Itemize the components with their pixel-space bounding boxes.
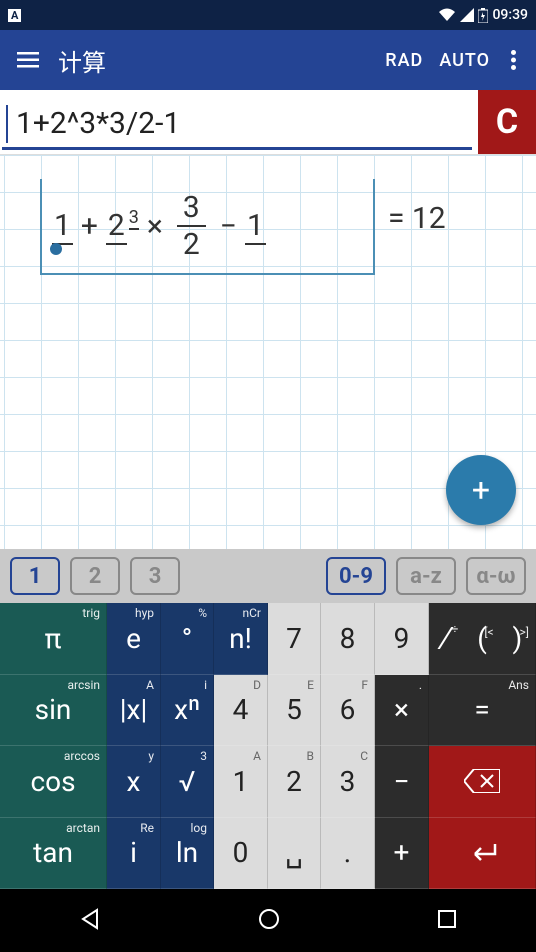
mode-chip-greek[interactable]: α-ω	[466, 557, 526, 595]
key-space[interactable]: ␣	[268, 818, 321, 890]
op-plus: +	[81, 209, 98, 244]
status-bar: A 09:39	[0, 0, 536, 30]
key-deg[interactable]: %°	[161, 603, 214, 675]
chip-row: 1 2 3 0-9 a-z α-ω	[0, 549, 536, 603]
workspace[interactable]: 1 + 2 3 × 3 2 − 1 = 12 +	[0, 155, 536, 549]
key-9[interactable]: 9	[375, 603, 429, 675]
op-minus: −	[220, 209, 237, 244]
key-sqrt[interactable]: 3√	[161, 746, 214, 818]
key-ln[interactable]: logln	[161, 818, 214, 890]
mode-chip-alpha[interactable]: a-z	[396, 557, 456, 595]
wifi-icon	[438, 8, 456, 22]
menu-icon[interactable]	[8, 40, 48, 80]
key-eq[interactable]: Ans=	[429, 675, 536, 747]
key-sin[interactable]: arcsinsin	[0, 675, 107, 747]
key-dot[interactable]: .	[321, 818, 375, 890]
page-chip-2[interactable]: 2	[70, 557, 120, 595]
nav-bar	[0, 889, 536, 952]
angle-mode-button[interactable]: RAD	[377, 50, 431, 71]
key-5[interactable]: E5	[268, 675, 321, 747]
key-i[interactable]: Rei	[107, 818, 161, 890]
input-row: 1+2^3*3/2-1 C	[0, 90, 536, 155]
key-1[interactable]: A1	[214, 746, 268, 818]
key-div-paren[interactable]: ÷∕ [<( >])	[429, 603, 536, 675]
key-6[interactable]: F6	[321, 675, 375, 747]
mode-chip-num[interactable]: 0-9	[326, 557, 386, 595]
backspace-icon	[464, 769, 500, 793]
op-times: ×	[147, 209, 163, 244]
key-3[interactable]: C3	[321, 746, 375, 818]
page-chip-1[interactable]: 1	[10, 557, 60, 595]
equation-display[interactable]: 1 + 2 3 × 3 2 − 1	[40, 179, 375, 275]
enter-icon	[467, 842, 497, 864]
expression-input[interactable]: 1+2^3*3/2-1	[2, 100, 472, 150]
term-exp: 3	[129, 207, 139, 230]
more-icon[interactable]	[498, 40, 528, 80]
key-x[interactable]: yx	[107, 746, 161, 818]
key-abs[interactable]: A|x|	[107, 675, 161, 747]
recent-button[interactable]	[437, 909, 457, 933]
battery-icon	[478, 8, 488, 23]
key-0[interactable]: 0	[214, 818, 268, 890]
key-e[interactable]: hype	[107, 603, 161, 675]
handle-icon[interactable]	[50, 243, 62, 255]
key-pi[interactable]: trigπ	[0, 603, 107, 675]
home-button[interactable]	[258, 908, 280, 934]
term-a: 1	[52, 208, 73, 245]
back-button[interactable]	[79, 908, 101, 934]
key-7[interactable]: 7	[268, 603, 321, 675]
clear-button[interactable]: C	[478, 90, 536, 154]
page-chip-3[interactable]: 3	[130, 557, 180, 595]
fraction: 3 2	[177, 190, 206, 262]
add-button[interactable]: +	[446, 455, 516, 525]
app-bar: 计算 RAD AUTO	[0, 30, 536, 90]
key-mul[interactable]: .×	[375, 675, 429, 747]
signal-icon	[460, 8, 474, 22]
result: = 12	[388, 201, 446, 236]
auto-mode-button[interactable]: AUTO	[431, 50, 498, 71]
key-plus[interactable]: +	[375, 818, 429, 890]
status-time: 09:39	[492, 7, 528, 23]
term-b: 2	[106, 208, 127, 245]
key-4[interactable]: D4	[214, 675, 268, 747]
key-2[interactable]: B2	[268, 746, 321, 818]
page-title: 计算	[58, 43, 377, 78]
keyboard: trigπ hype %° nCrn! 7 8 9 ÷∕ [<( >]) arc…	[0, 603, 536, 889]
key-minus[interactable]: −	[375, 746, 429, 818]
keyboard-indicator-icon: A	[8, 9, 21, 22]
key-cos[interactable]: arccoscos	[0, 746, 107, 818]
key-tan[interactable]: arctantan	[0, 818, 107, 890]
key-enter[interactable]	[429, 818, 536, 890]
term-c: 1	[245, 208, 266, 245]
key-pow[interactable]: ixⁿ	[161, 675, 214, 747]
key-8[interactable]: 8	[321, 603, 375, 675]
key-factorial[interactable]: nCrn!	[214, 603, 268, 675]
key-backspace[interactable]	[429, 746, 536, 818]
